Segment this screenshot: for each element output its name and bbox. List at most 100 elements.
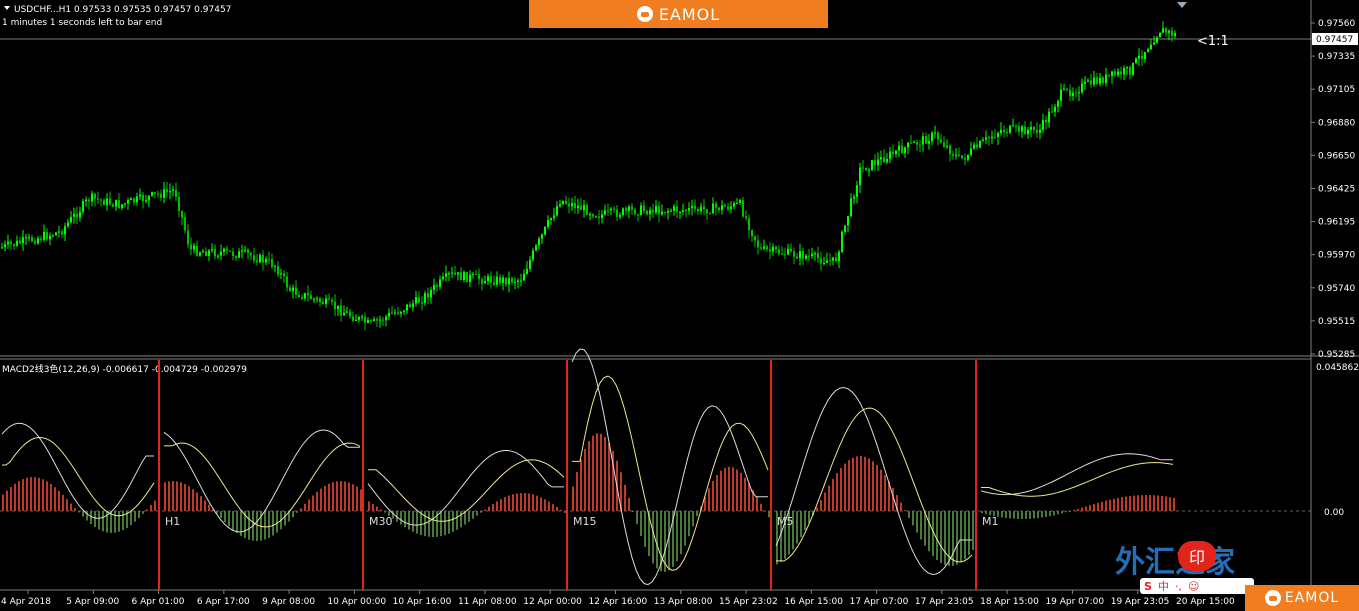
candle-body (502, 277, 504, 283)
candle-body (412, 303, 414, 308)
candle-body (67, 222, 69, 227)
macd-bar (916, 511, 918, 533)
macd-bar (196, 492, 198, 511)
candle-body (877, 159, 879, 166)
candle-body (1045, 119, 1047, 123)
candle-body (979, 141, 981, 148)
candle-body (1006, 132, 1008, 134)
candle-body (790, 248, 792, 252)
candle-body (1060, 89, 1062, 101)
ime-toolbar[interactable]: S 中 ·, ☺ (1140, 578, 1254, 594)
macd-bar (608, 442, 610, 511)
macd-bar (884, 475, 886, 511)
candle-body (682, 210, 684, 212)
candle-body (280, 273, 282, 275)
price-tick-label: 0.95970 (1318, 251, 1355, 261)
time-tick-label: 10 Apr 00:00 (327, 597, 386, 607)
candle-body (892, 151, 894, 154)
candle-body (1063, 88, 1065, 90)
candle-body (985, 137, 987, 140)
candle-body (928, 141, 930, 144)
candle-body (394, 312, 396, 314)
candle-body (49, 235, 51, 240)
candle-body (1141, 55, 1143, 59)
macd-bar (10, 486, 12, 511)
macd-bar (78, 511, 80, 513)
macd-bar (18, 481, 20, 511)
macd-bar (208, 504, 210, 511)
macd-bar (848, 460, 850, 511)
macd-bar (138, 511, 140, 518)
candle-body (370, 319, 372, 321)
chart-window[interactable]: USDCHF...H1 0.97533 0.97535 0.97457 0.97… (0, 0, 1359, 611)
macd-bar (1153, 495, 1155, 511)
macd-bar (1165, 496, 1167, 511)
macd-bar (272, 511, 274, 536)
candle-body (361, 316, 363, 318)
macd-bar (564, 511, 566, 513)
macd-bar (1093, 504, 1095, 511)
candle-body (469, 274, 471, 283)
candle-body (571, 203, 573, 207)
candle-body (292, 287, 294, 292)
macd-bar (1057, 511, 1059, 515)
candle-body (82, 201, 84, 212)
macd-bar (46, 481, 48, 511)
candle-body (739, 200, 741, 203)
macd-bar (416, 511, 418, 534)
candle-body (364, 316, 366, 323)
candle-body (37, 238, 39, 244)
macd-bar (376, 506, 378, 511)
candle-body (346, 311, 348, 313)
candle-body (958, 154, 960, 156)
candle-body (316, 298, 318, 300)
macd-bar (1161, 495, 1163, 511)
candle-body (715, 203, 717, 208)
candle-body (856, 185, 858, 197)
candle-body (991, 136, 993, 139)
time-tick-label: 5 Apr 09:00 (66, 597, 119, 607)
macd-bar (596, 433, 598, 511)
macd-bar (516, 493, 518, 511)
macd-bar (176, 481, 178, 511)
macd-bar (468, 511, 470, 522)
candle-body (913, 141, 915, 143)
candle-body (874, 160, 876, 166)
macd-bar (320, 488, 322, 511)
candle-body (808, 255, 810, 257)
candle-body (778, 249, 780, 254)
candle-body (745, 216, 747, 219)
candle-body (505, 277, 507, 285)
time-tick-label: 19 Apr 23:05 (1111, 597, 1170, 607)
candle-body (217, 255, 219, 257)
ime-punct-icon[interactable]: ·, (1175, 580, 1182, 593)
candle-body (1135, 58, 1137, 63)
candle-body (595, 216, 597, 218)
candle-body (721, 205, 723, 211)
time-tick-label: 16 Apr 15:00 (784, 597, 843, 607)
candle-body (868, 169, 870, 171)
macd-bar (764, 510, 766, 512)
macd-bar (800, 511, 802, 538)
candle-body (895, 150, 897, 154)
candle-body (220, 251, 222, 256)
candle-body (859, 167, 861, 186)
candle-body (130, 198, 132, 201)
candle-body (556, 206, 558, 216)
ime-lang[interactable]: 中 (1158, 578, 1169, 594)
candle-body (73, 213, 75, 217)
macd-bar (688, 511, 690, 537)
ime-smile-icon[interactable]: ☺ (1188, 580, 1199, 593)
candle-body (532, 250, 534, 260)
macd-bar (50, 484, 52, 511)
macd-bar (560, 509, 562, 511)
candle-body (547, 219, 549, 227)
macd-bar (636, 511, 638, 525)
candle-body (295, 287, 297, 295)
macd-bar (524, 493, 526, 511)
candle-body (664, 211, 666, 213)
ime-s-icon[interactable]: S (1144, 580, 1152, 593)
macd-bar (748, 483, 750, 511)
macd-bar (640, 511, 642, 537)
macd-bar (968, 511, 970, 555)
